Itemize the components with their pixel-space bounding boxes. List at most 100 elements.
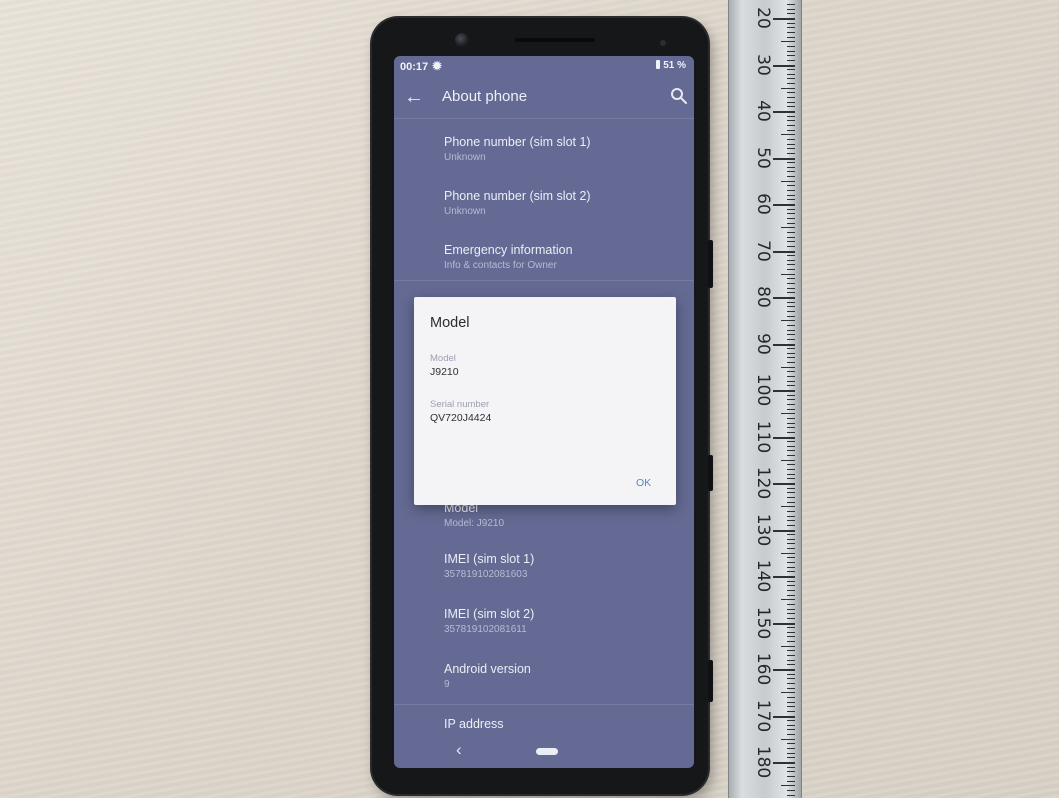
ruler-tick <box>787 441 795 443</box>
setting-subtitle: Unknown <box>444 152 486 163</box>
ruler-tick <box>773 622 795 625</box>
setting-title: IMEI (sim slot 2) <box>444 607 535 621</box>
setting-emergency-information[interactable]: Emergency information Info & contacts fo… <box>444 242 684 273</box>
ruler-tick <box>787 557 795 559</box>
ruler-tick <box>787 55 795 57</box>
ruler-tick <box>787 789 795 791</box>
ruler-tick <box>787 403 795 405</box>
model-label: Model <box>430 353 456 364</box>
ruler-tick <box>787 450 795 452</box>
dialog-title: Model <box>430 315 470 331</box>
ruler-tick <box>781 692 795 694</box>
ruler-tick <box>781 506 795 508</box>
ruler-tick <box>787 78 795 80</box>
ruler-tick <box>787 106 795 108</box>
ruler-tick <box>787 627 795 629</box>
ruler-tick <box>787 348 795 350</box>
ruler-tick <box>773 157 795 160</box>
ruler-tick <box>773 250 795 253</box>
ruler-tick <box>787 631 795 633</box>
ruler-tick <box>773 436 795 439</box>
ruler-tick <box>787 603 795 605</box>
ruler-tick <box>787 534 795 536</box>
ruler-tick <box>781 134 795 136</box>
ruler-tick <box>787 287 795 289</box>
ruler-tick <box>773 343 795 346</box>
ruler-number: 40 <box>753 100 773 122</box>
ruler-tick <box>787 213 795 215</box>
ruler-tick <box>787 720 795 722</box>
ruler-tick <box>787 734 795 736</box>
ruler-number: 30 <box>753 53 773 76</box>
ruler-tick <box>787 524 795 526</box>
ruler-tick <box>787 636 795 638</box>
ruler-tick <box>787 50 795 52</box>
ruler-tick <box>781 227 795 229</box>
setting-title: IP address <box>444 717 504 731</box>
ruler-tick <box>787 408 795 410</box>
ruler-tick <box>787 31 795 33</box>
front-camera-icon <box>455 33 469 47</box>
setting-android-version[interactable]: Android version 9 <box>444 661 684 692</box>
ruler-tick <box>787 571 795 573</box>
ruler-tick <box>787 217 795 219</box>
search-icon[interactable] <box>669 86 689 106</box>
ruler-tick <box>787 538 795 540</box>
back-arrow-icon[interactable]: ← <box>404 86 424 109</box>
nav-back-icon[interactable]: ‹ <box>456 740 462 760</box>
ruler-tick <box>787 13 795 15</box>
ruler-tick <box>781 320 795 322</box>
ruler-tick <box>787 594 795 596</box>
setting-imei-sim1[interactable]: IMEI (sim slot 1) 357819102081603 <box>444 551 684 582</box>
ruler-tick <box>787 678 795 680</box>
ruler-tick <box>787 176 795 178</box>
setting-imei-sim2[interactable]: IMEI (sim slot 2) 357819102081611 <box>444 606 684 637</box>
serial-number-value: QV720J4424 <box>430 412 492 424</box>
ruler-tick <box>787 27 795 29</box>
ruler-tick <box>787 673 795 675</box>
ruler-tick <box>787 659 795 661</box>
power-button <box>708 455 713 491</box>
nav-home-pill[interactable] <box>536 748 558 755</box>
ruler-tick <box>787 152 795 154</box>
ruler-tick <box>787 83 795 85</box>
setting-title: Phone number (sim slot 1) <box>444 135 591 149</box>
setting-phone-number-sim1[interactable]: Phone number (sim slot 1) Unknown <box>444 134 684 165</box>
ruler-tick <box>787 143 795 145</box>
serial-number-label: Serial number <box>430 399 490 410</box>
ok-button[interactable]: OK <box>632 475 655 491</box>
ruler-tick <box>787 166 795 168</box>
ruler-tick <box>773 390 795 392</box>
ruler-tick <box>773 715 795 718</box>
ruler-tick <box>787 380 795 382</box>
setting-ip-address[interactable]: IP address <box>444 716 684 732</box>
ruler-tick <box>773 297 795 299</box>
ruler-tick <box>787 283 795 285</box>
ruler-tick <box>787 22 795 24</box>
ruler-tick <box>787 97 795 99</box>
setting-phone-number-sim2[interactable]: Phone number (sim slot 2) Unknown <box>444 188 684 219</box>
ruler-tick <box>787 510 795 512</box>
ruler-number: 60 <box>753 193 773 215</box>
ruler-tick <box>787 338 795 340</box>
ruler-tick <box>787 617 795 619</box>
ruler-tick <box>787 501 795 503</box>
battery-status: 51 % <box>656 60 686 71</box>
ruler-tick <box>787 710 795 712</box>
ruler-tick <box>787 264 795 266</box>
ruler-tick <box>787 259 795 261</box>
ruler-tick <box>787 352 795 354</box>
ruler-tick <box>787 129 795 131</box>
ruler-tick <box>787 613 795 615</box>
ruler-tick <box>773 576 795 578</box>
ruler-tick <box>787 124 795 126</box>
earpiece-speaker <box>515 38 595 42</box>
ruler-tick <box>787 376 795 378</box>
ruler-tick <box>787 743 795 745</box>
setting-subtitle: Model: J9210 <box>444 518 505 529</box>
ruler-tick <box>787 222 795 224</box>
ruler-tick <box>787 706 795 708</box>
ruler-tick <box>787 478 795 480</box>
ruler-tick <box>773 762 795 764</box>
ruler-tick <box>787 292 795 294</box>
